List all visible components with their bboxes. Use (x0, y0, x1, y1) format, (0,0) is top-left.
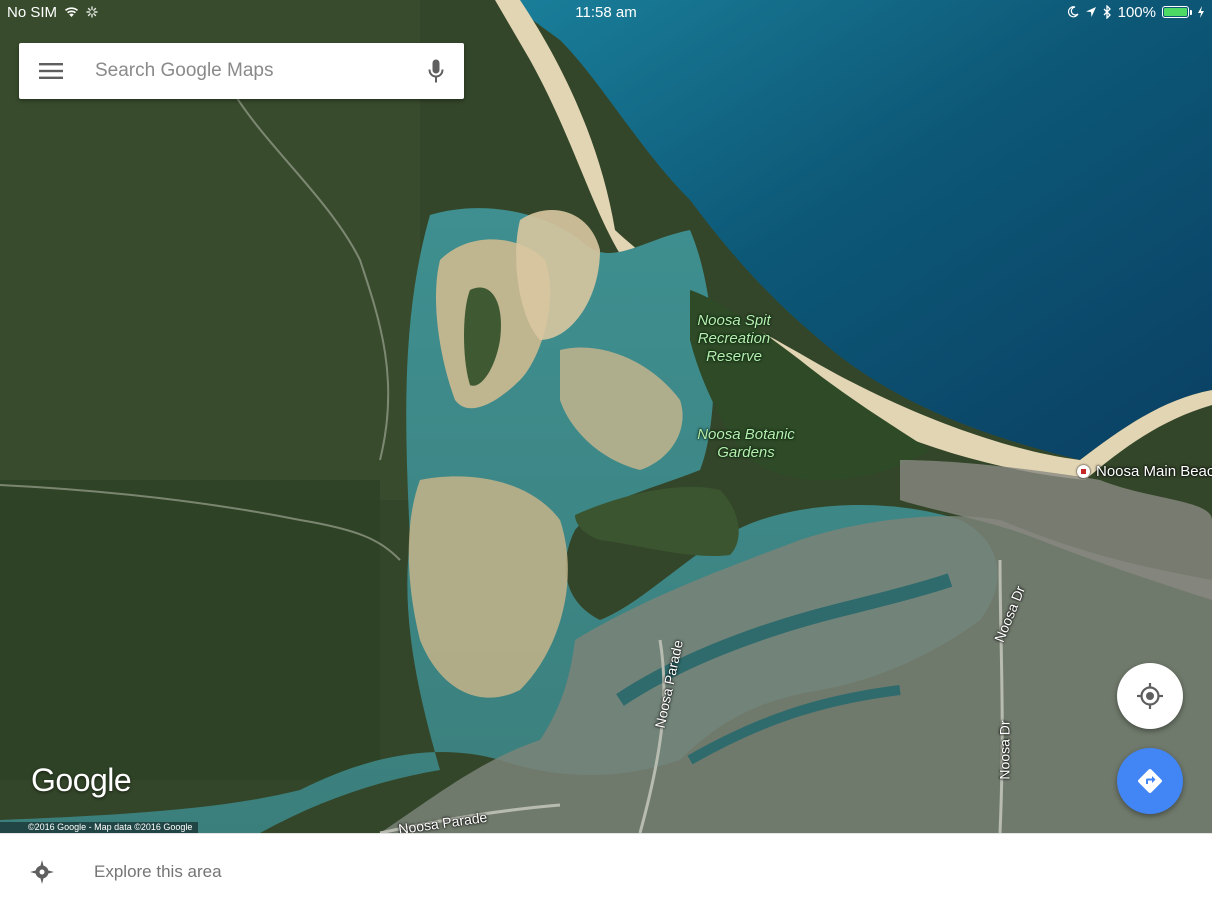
map-copyright[interactable]: ©2016 Google - Map data ©2016 Google (0, 822, 199, 833)
microphone-icon (428, 59, 444, 82)
carrier-label: No SIM (7, 3, 58, 21)
moon-icon (1067, 6, 1079, 18)
bluetooth-icon (1103, 5, 1111, 19)
satellite-imagery (0, 0, 1212, 833)
voice-search-button[interactable] (408, 43, 464, 99)
menu-button[interactable] (19, 43, 83, 99)
poi-label: Noosa Main Beac (1096, 463, 1212, 480)
search-bar (19, 43, 464, 99)
battery-percent: 100% (1117, 3, 1156, 21)
my-location-icon (1137, 683, 1163, 709)
explore-icon-wrapper (0, 859, 84, 885)
poi-noosa-main-beach[interactable]: Noosa Main Beac (1077, 463, 1212, 480)
activity-spinner-icon (86, 6, 98, 18)
place-label-botanic-gardens[interactable]: Noosa Botanic Gardens (690, 426, 802, 462)
directions-button[interactable] (1117, 748, 1183, 814)
my-location-button[interactable] (1117, 663, 1183, 729)
map-canvas[interactable]: Noosa Spit Recreation Reserve Noosa Bota… (0, 0, 1212, 833)
battery-icon (1162, 6, 1192, 18)
place-label-noosa-spit[interactable]: Noosa Spit Recreation Reserve (680, 312, 788, 366)
status-bar: No SIM 11:58 am 100% (0, 0, 1212, 24)
battery-level-fill (1164, 8, 1187, 16)
hamburger-menu-icon (39, 63, 63, 79)
explore-bar[interactable]: Explore this area (0, 833, 1212, 909)
explore-compass-icon (30, 859, 54, 884)
google-logo: Google (31, 762, 132, 798)
location-arrow-icon (1085, 7, 1096, 17)
explore-label[interactable]: Explore this area (84, 862, 222, 882)
charging-icon (1198, 6, 1204, 18)
poi-marker-icon (1077, 465, 1090, 478)
road-label-noosa-dr: Noosa Dr (996, 720, 1013, 780)
directions-icon (1138, 769, 1162, 793)
search-input[interactable] (83, 43, 408, 99)
wifi-icon (64, 7, 79, 17)
